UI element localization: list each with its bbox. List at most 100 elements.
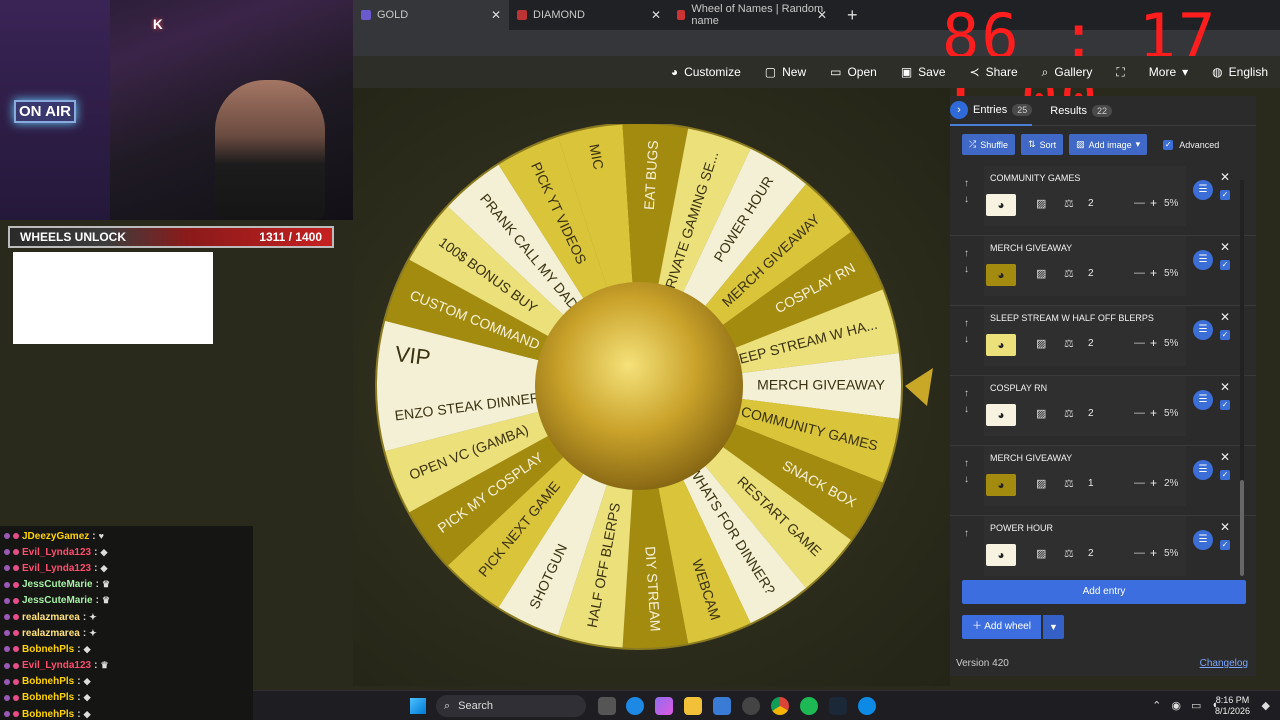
- chat-username[interactable]: JessCuteMarie: [22, 579, 93, 590]
- spotify-icon[interactable]: [800, 697, 818, 715]
- entry-weight[interactable]: 2: [1088, 198, 1094, 209]
- chrome-icon[interactable]: [771, 697, 789, 715]
- reorder-arrows[interactable]: ↑ ↓: [964, 316, 969, 348]
- increase-weight-button[interactable]: +: [1150, 266, 1157, 280]
- file-explorer-icon[interactable]: [684, 697, 702, 715]
- entry-settings-button[interactable]: ☰: [1193, 180, 1213, 200]
- entry-name-input[interactable]: SLEEP STREAM W HALF OFF BLERPS: [990, 313, 1154, 323]
- entry-weight[interactable]: 2: [1088, 548, 1094, 559]
- image-icon[interactable]: ▨: [1036, 547, 1046, 560]
- more-button[interactable]: More ▾: [1149, 65, 1188, 79]
- entry-enabled-checkbox[interactable]: ✓: [1220, 400, 1230, 410]
- chat-username[interactable]: Evil_Lynda123: [22, 660, 91, 671]
- reorder-arrows[interactable]: ↑ ↓: [964, 176, 969, 208]
- share-button[interactable]: ≺ Share: [970, 65, 1018, 79]
- arrow-up-icon[interactable]: ↑: [964, 386, 969, 402]
- remove-entry-button[interactable]: ✕: [1220, 310, 1230, 324]
- edge-icon[interactable]: [626, 697, 644, 715]
- entry-color-swatch[interactable]: ◕: [986, 194, 1016, 216]
- entry-enabled-checkbox[interactable]: ✓: [1220, 470, 1230, 480]
- arrow-down-icon[interactable]: ↓: [964, 332, 969, 348]
- remove-entry-button[interactable]: ✕: [1220, 170, 1230, 184]
- panel-scrollbar[interactable]: [1240, 180, 1244, 576]
- reorder-arrows[interactable]: ↑: [964, 526, 969, 542]
- tab-entries[interactable]: › Entries 25: [950, 96, 1033, 126]
- arrow-down-icon[interactable]: ↓: [964, 192, 969, 208]
- open-button[interactable]: ▭ Open: [830, 65, 877, 79]
- image-icon[interactable]: ▨: [1036, 407, 1046, 420]
- windows-start-icon[interactable]: [410, 698, 426, 714]
- chat-username[interactable]: Evil_Lynda123: [22, 563, 91, 574]
- chat-username[interactable]: Evil_Lynda123: [22, 547, 91, 558]
- entry-weight[interactable]: 2: [1088, 338, 1094, 349]
- task-view-icon[interactable]: [598, 697, 616, 715]
- increase-weight-button[interactable]: +: [1150, 336, 1157, 350]
- entry-name-input[interactable]: POWER HOUR: [990, 523, 1053, 533]
- image-icon[interactable]: ▨: [1036, 477, 1046, 490]
- add-wheel-button[interactable]: ＋ Add wheel: [962, 615, 1041, 639]
- customize-button[interactable]: ◕ Customize: [671, 65, 741, 79]
- changelog-link[interactable]: Changelog: [1200, 658, 1248, 669]
- steam-icon[interactable]: [829, 697, 847, 715]
- arrow-up-icon[interactable]: ↑: [964, 316, 969, 332]
- shuffle-button[interactable]: ⤮ Shuffle: [962, 134, 1016, 155]
- clock[interactable]: 8:16 PM 8/1/2026: [1215, 695, 1250, 717]
- settings-icon[interactable]: [742, 697, 760, 715]
- entry-enabled-checkbox[interactable]: ✓: [1220, 330, 1230, 340]
- wheel-hub[interactable]: [535, 282, 743, 490]
- entry-name-input[interactable]: MERCH GIVEAWAY: [990, 243, 1072, 253]
- tab-gold[interactable]: GOLD ✕: [353, 0, 509, 30]
- entry-color-swatch[interactable]: ◕: [986, 264, 1016, 286]
- chat-username[interactable]: BobnehPls: [22, 709, 74, 720]
- chat-username[interactable]: BobnehPls: [22, 676, 74, 687]
- edge-dev-icon[interactable]: [858, 697, 876, 715]
- remove-entry-button[interactable]: ✕: [1220, 450, 1230, 464]
- image-icon[interactable]: ▨: [1036, 267, 1046, 280]
- add-entry-button[interactable]: Add entry: [962, 580, 1246, 604]
- arrow-down-icon[interactable]: ↓: [964, 262, 969, 278]
- network-icon[interactable]: ◉: [1171, 699, 1181, 712]
- arrow-up-icon[interactable]: ↑: [964, 246, 969, 262]
- entry-settings-button[interactable]: ☰: [1193, 460, 1213, 480]
- chat-username[interactable]: BobnehPls: [22, 692, 74, 703]
- display-icon[interactable]: ▭: [1191, 699, 1201, 712]
- tab-wheel-of-names[interactable]: Wheel of Names | Random name ✕: [669, 0, 835, 30]
- chat-username[interactable]: JDeezyGamez: [22, 531, 89, 542]
- entry-weight[interactable]: 2: [1088, 268, 1094, 279]
- increase-weight-button[interactable]: +: [1150, 476, 1157, 490]
- arrow-up-icon[interactable]: ↑: [964, 456, 969, 472]
- entry-settings-button[interactable]: ☰: [1193, 320, 1213, 340]
- image-icon[interactable]: ▨: [1036, 197, 1046, 210]
- close-icon[interactable]: ✕: [817, 8, 827, 22]
- reorder-arrows[interactable]: ↑ ↓: [964, 246, 969, 278]
- wheel[interactable]: MIC EAT BUGSPRIVATE GAMING SE...POWER HOU…: [374, 124, 934, 664]
- tab-results[interactable]: Results 22: [1050, 96, 1112, 126]
- chevron-right-icon[interactable]: ›: [950, 100, 968, 119]
- store-icon[interactable]: [713, 697, 731, 715]
- entry-weight[interactable]: 1: [1088, 478, 1094, 489]
- entry-color-swatch[interactable]: ◕: [986, 404, 1016, 426]
- copilot-icon[interactable]: [655, 697, 673, 715]
- checkbox-checked-icon[interactable]: ✓: [1163, 139, 1174, 150]
- reorder-arrows[interactable]: ↑ ↓: [964, 456, 969, 488]
- decrease-weight-button[interactable]: —: [1134, 547, 1145, 559]
- new-button[interactable]: ▢ New: [765, 65, 806, 79]
- taskbar-search[interactable]: ⌕ Search: [436, 695, 586, 717]
- entry-enabled-checkbox[interactable]: ✓: [1220, 190, 1230, 200]
- entry-weight[interactable]: 2: [1088, 408, 1094, 419]
- scrollbar-thumb[interactable]: [1240, 480, 1244, 576]
- add-wheel-dropdown[interactable]: ▼: [1042, 615, 1064, 639]
- entry-name-input[interactable]: MERCH GIVEAWAY: [990, 453, 1072, 463]
- new-tab-button[interactable]: +: [835, 5, 858, 26]
- chat-username[interactable]: realazmarea: [22, 628, 80, 639]
- entry-name-input[interactable]: COSPLAY RN: [990, 383, 1047, 393]
- reorder-arrows[interactable]: ↑ ↓: [964, 386, 969, 418]
- entry-enabled-checkbox[interactable]: ✓: [1220, 260, 1230, 270]
- fullscreen-button[interactable]: ⛶: [1116, 65, 1124, 80]
- decrease-weight-button[interactable]: —: [1134, 197, 1145, 209]
- gallery-button[interactable]: ⌕ Gallery: [1042, 65, 1093, 80]
- entry-color-swatch[interactable]: ◕: [986, 334, 1016, 356]
- entry-name-input[interactable]: COMMUNITY GAMES: [990, 173, 1080, 183]
- add-image-button[interactable]: ▨ Add image ▾: [1069, 134, 1148, 155]
- remove-entry-button[interactable]: ✕: [1220, 380, 1230, 394]
